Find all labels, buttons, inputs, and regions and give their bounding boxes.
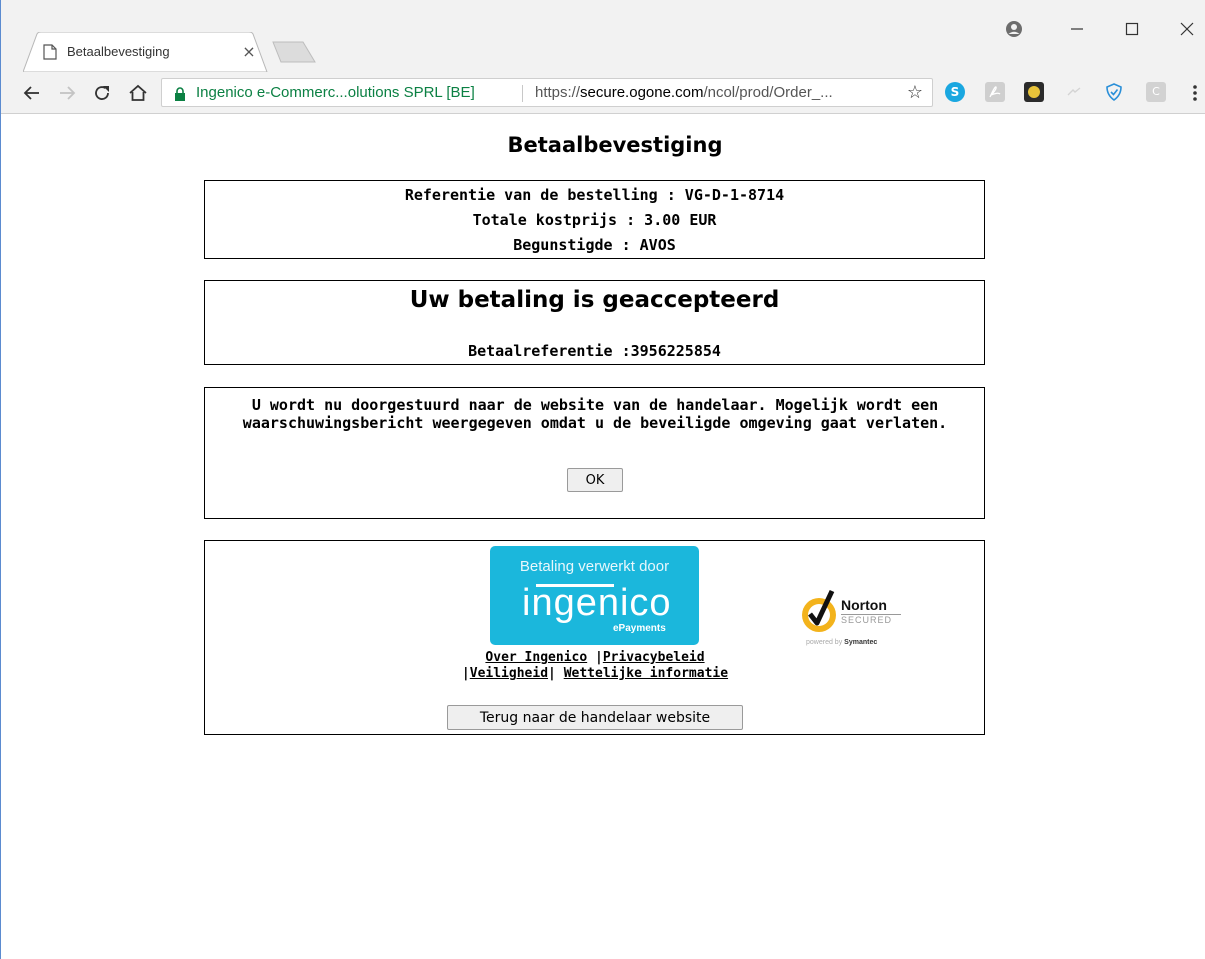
- link-separator: |: [595, 650, 603, 665]
- url-scheme: https://: [535, 84, 581, 101]
- link-legal[interactable]: Wettelijke informatie: [564, 666, 728, 681]
- lock-icon: [174, 86, 186, 101]
- check-icon[interactable]: [1024, 82, 1044, 102]
- payment-status-box: Uw betaling is geaccepteerd Betaalrefere…: [204, 280, 985, 365]
- norton-seal[interactable]: Norton SECURED powered by Symantec: [798, 588, 910, 652]
- site-identity: Ingenico e-Commerc...olutions SPRL [BE]: [196, 84, 475, 101]
- close-tab-icon[interactable]: ×: [239, 42, 259, 62]
- ingenico-logo: Betaling verwerkt door ingenico ePayment…: [490, 546, 699, 645]
- logo-caption: Betaling verwerkt door: [519, 558, 670, 575]
- tab-title: Betaalbevestiging: [67, 44, 170, 59]
- skype-icon[interactable]: S: [945, 82, 965, 102]
- back-to-merchant-button[interactable]: Terug naar de handelaar website: [447, 705, 743, 730]
- c-icon[interactable]: C: [1146, 82, 1166, 102]
- browser-toolbar: Ingenico e-Commerc...olutions SPRL [BE] …: [1, 72, 1205, 114]
- norton-powered-by: powered by Symantec: [806, 639, 877, 646]
- tab-betaalbevestiging[interactable]: Betaalbevestiging ×: [23, 32, 268, 72]
- page-title: Betaalbevestiging: [507, 133, 723, 157]
- browser-window: Betaalbevestiging × Ingenico e-Commerc..…: [0, 0, 1205, 959]
- back-arrow-icon[interactable]: [17, 78, 47, 108]
- forward-arrow-icon[interactable]: [52, 78, 82, 108]
- order-beneficiary: Begunstigde : AVOS: [513, 236, 676, 254]
- menu-kebab-icon[interactable]: [1187, 80, 1203, 106]
- new-tab-button[interactable]: [271, 40, 317, 64]
- footer-box: Betaling verwerkt door ingenico ePayment…: [204, 540, 985, 735]
- reload-icon[interactable]: [87, 78, 117, 108]
- acrobat-icon[interactable]: [985, 82, 1005, 102]
- link-security[interactable]: Veiligheid: [470, 666, 548, 681]
- star-icon[interactable]: ☆: [904, 82, 926, 104]
- redirect-notice-box: U wordt nu doorgestuurd naar de website …: [204, 387, 985, 519]
- payment-reference: Betaalreferentie :3956225854: [468, 342, 721, 360]
- address-bar[interactable]: Ingenico e-Commerc...olutions SPRL [BE] …: [161, 78, 933, 107]
- title-bar: Betaalbevestiging ×: [1, 0, 1205, 72]
- shield-icon[interactable]: [1104, 82, 1124, 102]
- link-separator: |: [548, 666, 556, 681]
- close-window-button[interactable]: [1169, 14, 1205, 44]
- footer-links: Over Ingenico |Privacybeleid |Veiligheid|…: [445, 650, 745, 682]
- norton-brand: Norton: [841, 597, 887, 613]
- norton-secured: SECURED: [841, 614, 901, 625]
- order-reference: Referentie van de bestelling : VG-D-1-87…: [404, 186, 785, 204]
- link-privacy[interactable]: Privacybeleid: [603, 650, 705, 665]
- minimize-button[interactable]: [1059, 14, 1095, 44]
- address-separator: [522, 85, 523, 102]
- logo-brand: ingenico: [522, 582, 672, 624]
- ghost-icon[interactable]: [1064, 82, 1084, 102]
- ok-button[interactable]: OK: [567, 468, 623, 492]
- payment-accepted-heading: Uw betaling is geaccepteerd: [409, 287, 780, 313]
- logo-sub: ePayments: [613, 623, 666, 634]
- url-host: secure.ogone.com: [580, 84, 704, 101]
- order-summary-box: Referentie van de bestelling : VG-D-1-87…: [204, 180, 985, 259]
- profile-icon[interactable]: [996, 14, 1032, 44]
- url-path: /ncol/prod/Order_...: [703, 84, 833, 101]
- link-separator: |: [461, 666, 470, 681]
- page-content: Betaalbevestiging Referentie van de best…: [1, 115, 1205, 959]
- page-icon: [43, 44, 57, 60]
- redirect-message: U wordt nu doorgestuurd naar de website …: [242, 396, 948, 432]
- home-icon[interactable]: [123, 78, 153, 108]
- symantec-text: Symantec: [844, 639, 878, 646]
- maximize-button[interactable]: [1114, 14, 1150, 44]
- url-text: https://secure.ogone.com/ncol/prod/Order…: [535, 84, 833, 101]
- powered-by-text: powered by: [806, 639, 843, 646]
- link-about-ingenico[interactable]: Over Ingenico: [485, 650, 587, 665]
- order-total: Totale kostprijs : 3.00 EUR: [472, 211, 717, 229]
